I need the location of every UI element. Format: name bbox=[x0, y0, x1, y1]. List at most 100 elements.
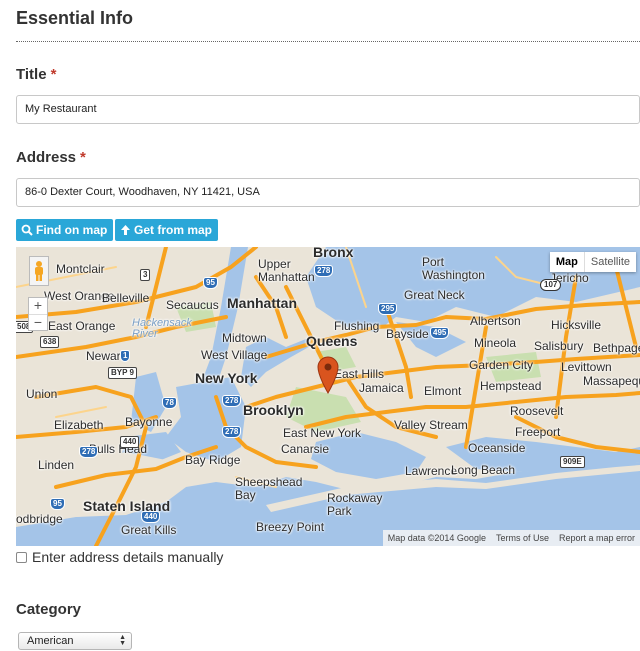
address-input[interactable]: 86-0 Dexter Court, Woodhaven, NY 11421, … bbox=[16, 178, 640, 207]
map-place-label: Albertson bbox=[470, 314, 521, 328]
required-mark: * bbox=[50, 66, 57, 83]
location-marker-icon[interactable] bbox=[317, 356, 339, 394]
route-shield: 278 bbox=[222, 426, 242, 438]
select-arrows-icon: ▲ ▼ bbox=[119, 634, 126, 647]
map-place-label: East New York bbox=[283, 426, 362, 440]
map-place-label: East Hills bbox=[334, 367, 385, 381]
manual-address-row[interactable]: Enter address details manually bbox=[16, 549, 223, 565]
search-icon bbox=[21, 224, 33, 236]
category-label: Category bbox=[16, 601, 82, 618]
zoom-out-button[interactable]: − bbox=[29, 314, 47, 330]
section-divider bbox=[16, 41, 640, 42]
address-label: Address * bbox=[16, 149, 86, 166]
map-place-label: Canarsie bbox=[281, 442, 330, 456]
find-on-map-button[interactable]: Find on map bbox=[16, 219, 114, 241]
title-input[interactable]: My Restaurant bbox=[16, 95, 640, 124]
map-place-label: Long Beach bbox=[451, 463, 516, 477]
map-place-label: Secaucus bbox=[166, 298, 219, 312]
map-place-label: East Orange bbox=[48, 319, 116, 333]
map-type-control: Map Satellite bbox=[549, 252, 636, 272]
map-place-label: Montclair bbox=[56, 262, 105, 276]
map-place-label: Upper Manhattan bbox=[258, 257, 315, 284]
route-shield: 495 bbox=[430, 327, 450, 339]
map-place-label: Levittown bbox=[561, 360, 612, 374]
map-place-label: Oceanside bbox=[468, 441, 526, 455]
map-place-label: Salisbury bbox=[534, 339, 584, 353]
map-type-map-button[interactable]: Map bbox=[550, 252, 584, 272]
map-place-label: Jamaica bbox=[359, 381, 404, 395]
title-label: Title * bbox=[16, 66, 56, 83]
map-place-label: Massapequ bbox=[583, 374, 640, 388]
zoom-control: + − bbox=[28, 297, 48, 331]
category-select[interactable]: American ▲ ▼ bbox=[18, 632, 132, 650]
route-shield: 909E bbox=[560, 456, 585, 468]
map-place-label: Roosevelt bbox=[510, 404, 564, 418]
map-place-label: Bayside bbox=[386, 327, 429, 341]
map-water-label: Hackensack River bbox=[132, 317, 192, 340]
map-place-label: West Village bbox=[201, 348, 268, 362]
route-shield: 3 bbox=[140, 269, 151, 281]
map-place-label: Belleville bbox=[102, 291, 150, 305]
map-attribution: Map data ©2014 Google Terms of Use Repor… bbox=[382, 530, 640, 546]
title-label-text: Title bbox=[16, 66, 47, 83]
category-selected-value: American bbox=[27, 635, 74, 647]
map-place-label: Linden bbox=[38, 458, 75, 472]
map-place-label: Hicksville bbox=[551, 318, 602, 332]
map-place-label: Brooklyn bbox=[243, 402, 304, 418]
pegman-icon[interactable] bbox=[29, 256, 49, 286]
route-shield: 95 bbox=[203, 277, 218, 289]
required-mark: * bbox=[80, 149, 86, 166]
map-place-label: Bethpage bbox=[593, 341, 640, 355]
map-place-label: Rockaway Park bbox=[327, 491, 383, 518]
map-place-label: Bronx bbox=[313, 247, 354, 260]
map-place-label: Great Neck bbox=[404, 288, 465, 302]
map-place-label: Valley Stream bbox=[394, 418, 468, 432]
map-data-credit: Map data ©2014 Google bbox=[387, 533, 486, 543]
map-place-label: Breezy Point bbox=[256, 520, 325, 534]
arrow-up-icon bbox=[121, 225, 130, 235]
map-place-label: Union bbox=[26, 387, 58, 401]
map-place-label: Lawrence bbox=[405, 464, 458, 478]
zoom-in-button[interactable]: + bbox=[29, 298, 47, 314]
find-on-map-label: Find on map bbox=[36, 223, 108, 237]
route-shield: 440 bbox=[141, 511, 161, 523]
route-shield: 295 bbox=[378, 303, 398, 315]
street-view-icon bbox=[35, 261, 43, 281]
get-from-map-button[interactable]: Get from map bbox=[115, 219, 219, 241]
route-shield: 278 bbox=[222, 395, 242, 407]
manual-address-checkbox[interactable] bbox=[16, 551, 27, 563]
route-shield: 440 bbox=[120, 436, 140, 448]
map-place-label: Manhattan bbox=[227, 295, 297, 311]
map-place-label: Sheepshead Bay bbox=[235, 475, 303, 502]
map-place-label: Bay Ridge bbox=[185, 453, 241, 467]
map-place-label: New York bbox=[195, 370, 258, 386]
map-type-satellite-button[interactable]: Satellite bbox=[583, 252, 636, 272]
report-map-error-link[interactable]: Report a map error bbox=[554, 530, 640, 546]
route-shield: 278 bbox=[79, 446, 99, 458]
map-place-label: Great Kills bbox=[121, 523, 177, 537]
map[interactable]: Bronx Upper Manhattan Montclair West Ora… bbox=[16, 247, 640, 546]
map-place-label: Elizabeth bbox=[54, 418, 104, 432]
map-place-label: Midtown bbox=[222, 331, 267, 345]
route-shield: 278 bbox=[314, 265, 334, 277]
map-place-label: Bayonne bbox=[125, 415, 173, 429]
route-shield: 107 bbox=[540, 279, 562, 291]
map-place-label: odbridge bbox=[16, 512, 63, 526]
map-place-label: Flushing bbox=[334, 319, 380, 333]
section-title: Essential Info bbox=[16, 8, 134, 28]
map-place-label: Hempstead bbox=[480, 379, 542, 393]
get-from-map-label: Get from map bbox=[134, 223, 213, 237]
map-place-label: Freeport bbox=[515, 425, 561, 439]
map-place-label: Garden City bbox=[469, 358, 534, 372]
address-label-text: Address bbox=[16, 149, 77, 166]
route-shield: 638 bbox=[40, 336, 60, 348]
map-place-label: Elmont bbox=[424, 384, 462, 398]
map-place-label: Mineola bbox=[474, 336, 517, 350]
map-place-label: Port Washington bbox=[422, 255, 485, 282]
route-shield: 78 bbox=[162, 397, 177, 409]
route-shield: BYP 9 bbox=[108, 367, 137, 379]
terms-of-use-link[interactable]: Terms of Use bbox=[491, 530, 554, 546]
route-shield: 95 bbox=[50, 498, 65, 510]
manual-address-label: Enter address details manually bbox=[32, 549, 224, 565]
map-place-label: Queens bbox=[306, 333, 358, 349]
